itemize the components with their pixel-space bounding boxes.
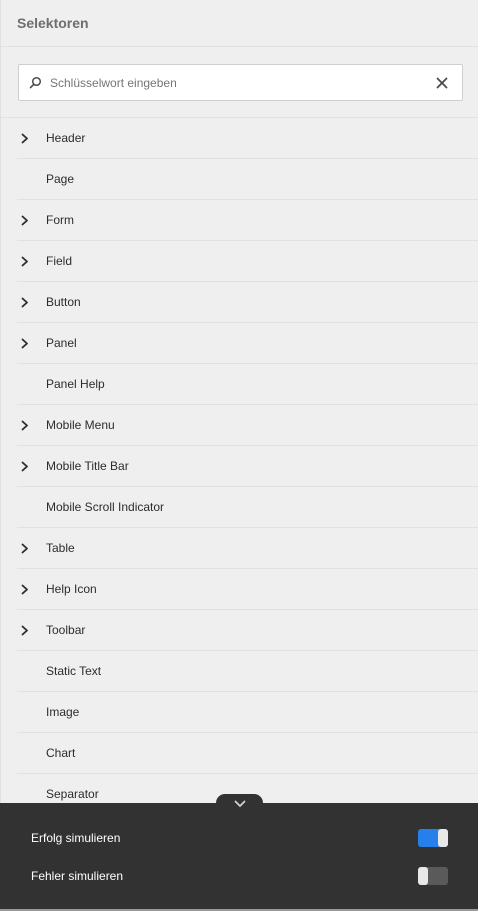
selector-item-label: Button bbox=[46, 295, 81, 309]
simulate-error-toggle[interactable] bbox=[418, 867, 448, 885]
panel-title: Selektoren bbox=[17, 15, 89, 31]
selector-item[interactable]: Button bbox=[17, 282, 478, 323]
selector-item-label: Header bbox=[46, 131, 86, 145]
search-input[interactable] bbox=[50, 72, 435, 93]
selector-item-label: Chart bbox=[46, 746, 76, 760]
chevron-right-icon[interactable] bbox=[17, 133, 46, 144]
chevron-right-icon[interactable] bbox=[17, 215, 46, 226]
simulation-footer: Erfolg simulieren Fehler simulieren bbox=[0, 803, 478, 911]
chevron-right-icon[interactable] bbox=[17, 256, 46, 267]
chevron-right-icon[interactable] bbox=[17, 297, 46, 308]
selector-item[interactable]: Static Text bbox=[17, 651, 478, 692]
toggle-knob bbox=[438, 829, 448, 847]
selector-item[interactable]: Chart bbox=[17, 733, 478, 774]
selector-item[interactable]: Help Icon bbox=[17, 569, 478, 610]
chevron-right-icon[interactable] bbox=[17, 420, 46, 431]
simulate-success-label: Erfolg simulieren bbox=[31, 831, 121, 845]
chevron-right-icon[interactable] bbox=[17, 543, 46, 554]
chevron-right-icon[interactable] bbox=[17, 461, 46, 472]
selector-item[interactable]: Table bbox=[17, 528, 478, 569]
selector-item-label: Mobile Scroll Indicator bbox=[46, 500, 165, 514]
chevron-right-icon[interactable] bbox=[17, 625, 46, 636]
selector-item-label: Field bbox=[46, 254, 73, 268]
selector-item-label: Toolbar bbox=[46, 623, 86, 637]
search-box bbox=[18, 64, 463, 101]
selector-item-label: Separator bbox=[46, 787, 99, 801]
selector-item-label: Panel bbox=[46, 336, 77, 350]
selector-item-label: Mobile Menu bbox=[46, 418, 115, 432]
chevron-right-icon[interactable] bbox=[17, 584, 46, 595]
simulate-success-toggle[interactable] bbox=[418, 829, 448, 847]
selector-item[interactable]: Panel Help bbox=[17, 364, 478, 405]
selector-item-label: Panel Help bbox=[46, 377, 105, 391]
panel-header: Selektoren bbox=[1, 0, 478, 47]
selector-item[interactable]: Panel bbox=[17, 323, 478, 364]
selector-item[interactable]: Form bbox=[17, 200, 478, 241]
selector-item[interactable]: Field bbox=[17, 241, 478, 282]
collapse-footer-button[interactable] bbox=[216, 794, 263, 814]
selector-item[interactable]: Page bbox=[17, 159, 478, 200]
selector-item-label: Table bbox=[46, 541, 75, 555]
search-section bbox=[1, 47, 478, 118]
close-icon[interactable] bbox=[435, 76, 449, 90]
simulate-error-row: Fehler simulieren bbox=[31, 864, 448, 888]
selector-item-label: Mobile Title Bar bbox=[46, 459, 129, 473]
search-icon bbox=[28, 76, 42, 90]
simulate-success-row: Erfolg simulieren bbox=[31, 826, 448, 850]
selector-item[interactable]: Toolbar bbox=[17, 610, 478, 651]
selector-item[interactable]: Mobile Scroll Indicator bbox=[17, 487, 478, 528]
selector-list: Header Page Form Field Button Panel Panel Help… bbox=[17, 118, 478, 815]
selector-item[interactable]: Image bbox=[17, 692, 478, 733]
selector-item-label: Page bbox=[46, 172, 75, 186]
selector-item[interactable]: Mobile Title Bar bbox=[17, 446, 478, 487]
selectors-panel: Selektoren Header Page Form Field Button Pane… bbox=[0, 0, 478, 911]
selector-item-label: Static Text bbox=[46, 664, 102, 678]
selector-item-label: Image bbox=[46, 705, 80, 719]
selector-item[interactable]: Mobile Menu bbox=[17, 405, 478, 446]
toggle-knob bbox=[418, 867, 428, 885]
selector-item-label: Help Icon bbox=[46, 582, 97, 596]
selector-item-label: Form bbox=[46, 213, 74, 227]
simulate-error-label: Fehler simulieren bbox=[31, 869, 124, 883]
chevron-down-icon bbox=[234, 795, 246, 813]
chevron-right-icon[interactable] bbox=[17, 338, 46, 349]
selector-item[interactable]: Header bbox=[17, 118, 478, 159]
